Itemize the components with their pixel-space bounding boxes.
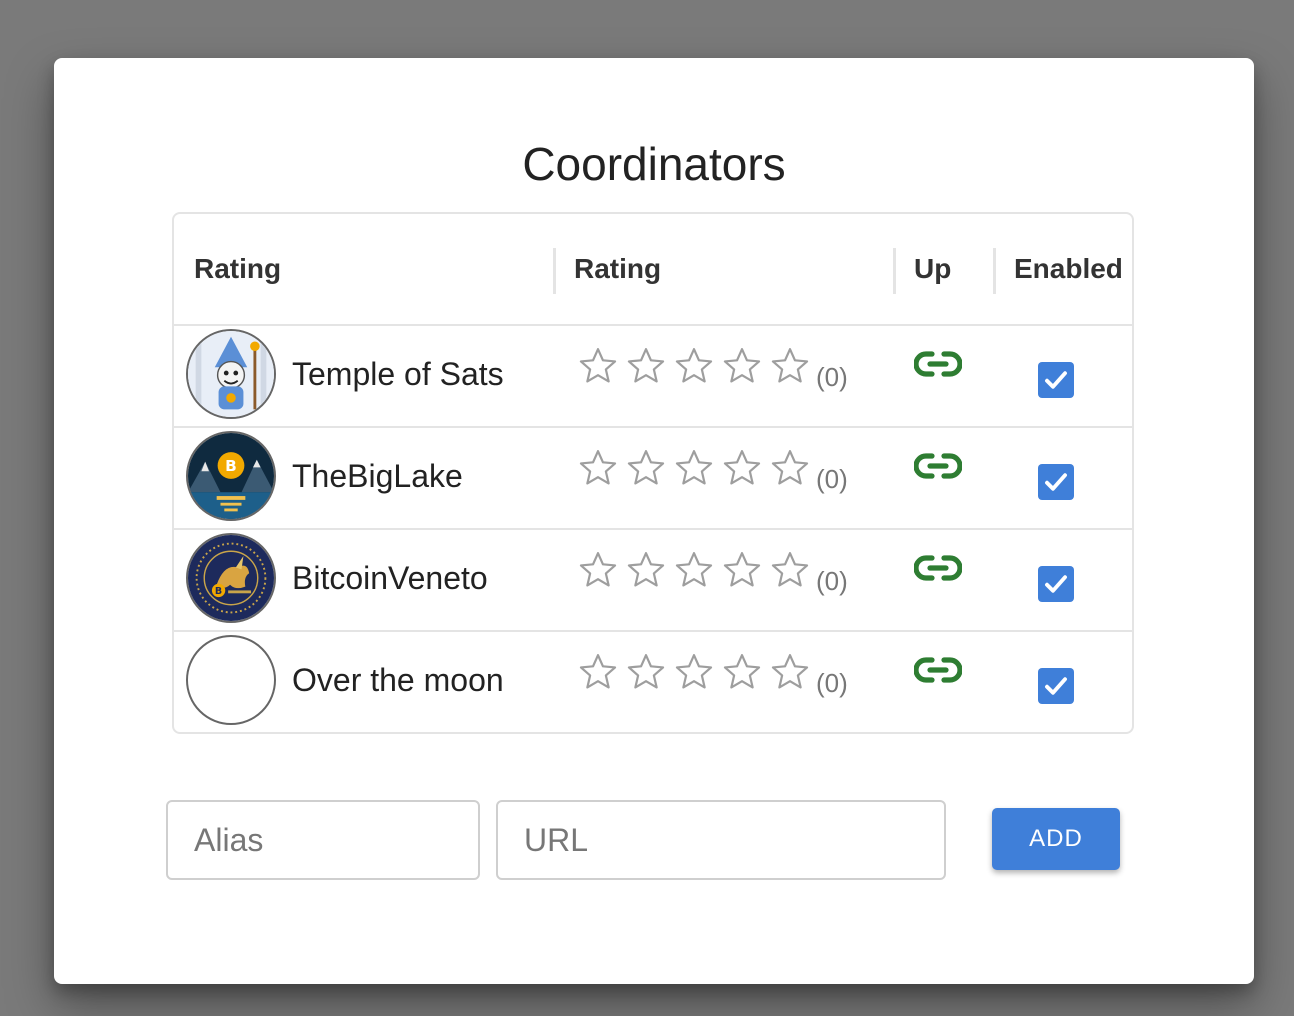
- coordinator-name[interactable]: TheBigLake: [292, 428, 463, 524]
- star-outline-icon[interactable]: [576, 446, 624, 490]
- table-header: Rating Rating Up Enabled: [174, 214, 1132, 326]
- column-separator[interactable]: [993, 248, 996, 294]
- add-button[interactable]: ADD: [992, 808, 1120, 870]
- lake-avatar-icon: B: [186, 431, 276, 521]
- coordinators-dialog: Coordinators Rating Rating Up Enabled Te…: [54, 58, 1254, 984]
- star-outline-icon[interactable]: [768, 344, 816, 388]
- enabled-checkbox[interactable]: [1038, 464, 1074, 500]
- column-separator[interactable]: [1132, 248, 1134, 294]
- star-outline-icon[interactable]: [672, 344, 720, 388]
- star-outline-icon[interactable]: [768, 548, 816, 592]
- alias-field[interactable]: [166, 800, 480, 880]
- url-field[interactable]: [496, 800, 946, 880]
- star-outline-icon[interactable]: [576, 650, 624, 694]
- coordinator-name[interactable]: Over the moon: [292, 632, 504, 728]
- table-row[interactable]: B TheBigLake (0): [174, 428, 1132, 530]
- link-icon[interactable]: [914, 650, 962, 690]
- column-header-up[interactable]: Up: [914, 214, 951, 324]
- star-outline-icon[interactable]: [768, 650, 816, 694]
- link-icon[interactable]: [914, 446, 962, 486]
- star-outline-icon[interactable]: [576, 344, 624, 388]
- star-outline-icon[interactable]: [624, 344, 672, 388]
- column-header-enabled[interactable]: Enabled: [1014, 214, 1123, 324]
- column-separator[interactable]: [553, 248, 556, 294]
- enabled-checkbox[interactable]: [1038, 668, 1074, 704]
- alias-input[interactable]: [168, 802, 478, 878]
- svg-text:B: B: [225, 457, 237, 475]
- enabled-checkbox[interactable]: [1038, 362, 1074, 398]
- star-rating[interactable]: [576, 548, 816, 598]
- wizard-avatar-icon: [186, 329, 276, 419]
- star-outline-icon[interactable]: [672, 650, 720, 694]
- column-header-rating[interactable]: Rating: [574, 214, 661, 324]
- star-rating[interactable]: [576, 446, 816, 496]
- star-outline-icon[interactable]: [720, 650, 768, 694]
- table-row[interactable]: Temple of Sats (0): [174, 326, 1132, 428]
- column-separator[interactable]: [893, 248, 896, 294]
- enabled-checkbox[interactable]: [1038, 566, 1074, 602]
- star-outline-icon[interactable]: [624, 548, 672, 592]
- svg-text:B: B: [215, 586, 222, 597]
- star-outline-icon[interactable]: [624, 446, 672, 490]
- star-rating[interactable]: [576, 344, 816, 394]
- coordinator-name[interactable]: Temple of Sats: [292, 326, 504, 422]
- link-icon[interactable]: [914, 344, 962, 384]
- rating-count: (0): [816, 668, 848, 698]
- coordinators-table: Rating Rating Up Enabled Temple of Sats …: [172, 212, 1134, 734]
- star-outline-icon[interactable]: [672, 548, 720, 592]
- rating-count: (0): [816, 362, 848, 392]
- star-outline-icon[interactable]: [720, 548, 768, 592]
- rating-count: (0): [816, 566, 848, 596]
- star-outline-icon[interactable]: [624, 650, 672, 694]
- empty-avatar: [186, 635, 276, 725]
- coordinator-name[interactable]: BitcoinVeneto: [292, 530, 488, 626]
- star-rating[interactable]: [576, 650, 816, 700]
- rating-count: (0): [816, 464, 848, 494]
- star-outline-icon[interactable]: [576, 548, 624, 592]
- star-outline-icon[interactable]: [672, 446, 720, 490]
- star-outline-icon[interactable]: [768, 446, 816, 490]
- star-outline-icon[interactable]: [720, 344, 768, 388]
- url-input[interactable]: [498, 802, 944, 878]
- column-header-coordinator[interactable]: Rating: [194, 214, 281, 324]
- lion-avatar-icon: B: [186, 533, 276, 623]
- link-icon[interactable]: [914, 548, 962, 588]
- star-outline-icon[interactable]: [720, 446, 768, 490]
- dialog-title: Coordinators: [522, 138, 786, 190]
- table-row[interactable]: B BitcoinVeneto (0): [174, 530, 1132, 632]
- table-row[interactable]: Over the moon (0): [174, 632, 1132, 732]
